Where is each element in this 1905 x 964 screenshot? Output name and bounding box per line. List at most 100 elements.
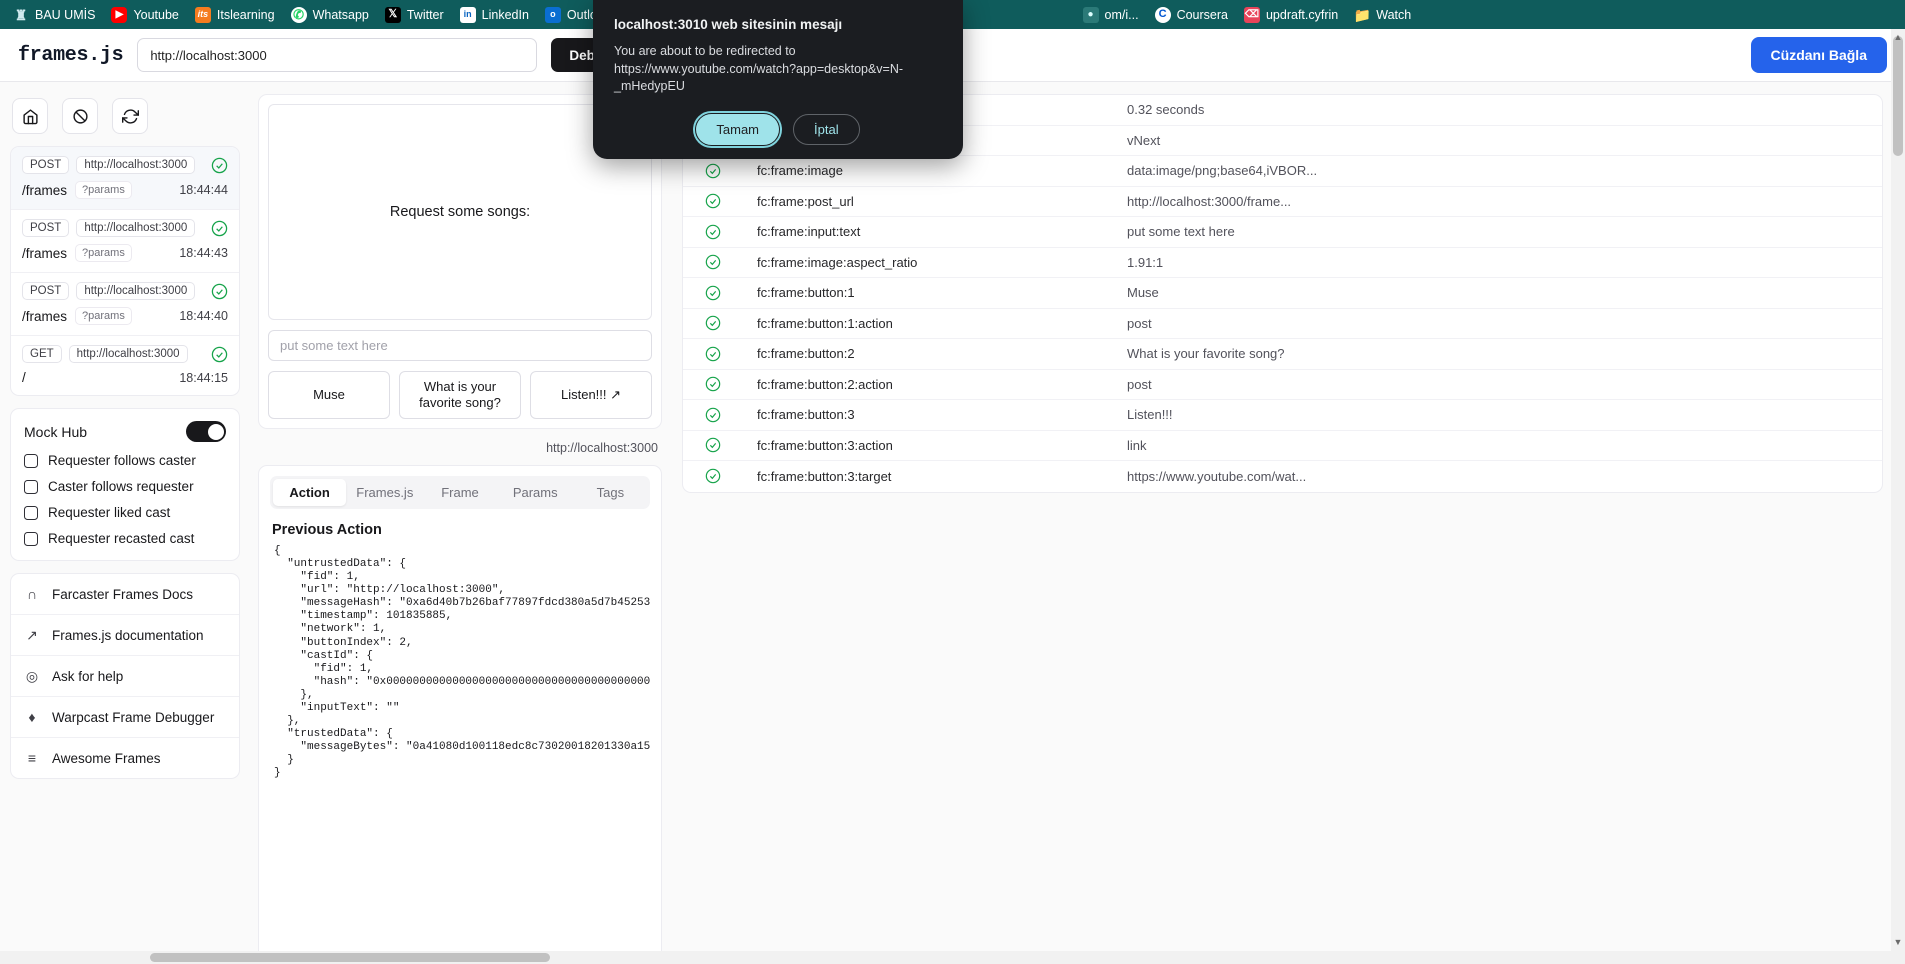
request-host: http://localhost:3000 xyxy=(76,156,196,174)
mock-hub-option[interactable]: Requester liked cast xyxy=(24,505,226,520)
scroll-down-arrow-icon[interactable]: ▼ xyxy=(1892,936,1904,948)
metadata-status-ok-icon xyxy=(697,254,757,270)
frame-buttons: Muse What is your favorite song? Listen!!!… xyxy=(268,371,652,419)
mock-hub-option-label: Requester liked cast xyxy=(48,505,171,520)
request-list-item[interactable]: POST http://localhost:3000/frames ?params 1… xyxy=(11,273,239,336)
mock-hub-option-label: Requester follows caster xyxy=(48,453,196,468)
vertical-scrollbar-thumb[interactable] xyxy=(1893,36,1903,156)
checkbox[interactable] xyxy=(24,505,38,520)
sidebar-link[interactable]: ◎ Ask for help xyxy=(11,656,239,697)
request-list-item[interactable]: POST http://localhost:3000/frames ?params 1… xyxy=(11,210,239,273)
sidebar-link-label: Farcaster Frames Docs xyxy=(52,586,194,602)
request-timestamp: 18:44:44 xyxy=(179,183,228,197)
inspector-tab[interactable]: Tags xyxy=(574,479,647,506)
request-status-ok-icon xyxy=(211,220,228,237)
metadata-row: fc:frame:button:2:action post xyxy=(683,370,1882,400)
sidebar-link-label: Frames.js documentation xyxy=(52,627,204,643)
metadata-value: vNext xyxy=(1127,132,1161,148)
bau-icon: ♜ xyxy=(14,6,28,23)
sidebar-link[interactable]: ∩ Farcaster Frames Docs xyxy=(11,574,239,615)
sidebar-link-label: Warpcast Frame Debugger xyxy=(52,709,215,725)
sidebar-link-label: Ask for help xyxy=(52,668,124,684)
metadata-row: fc:frame:button:1:action post xyxy=(683,309,1882,339)
dialog-cancel-button[interactable]: İptal xyxy=(793,113,860,145)
frame-action-button[interactable]: Listen!!! ↗ xyxy=(530,371,652,419)
redirect-confirm-dialog: localhost:3010 web sitesinin mesajı You … xyxy=(593,0,963,159)
inspector-tab[interactable]: Params xyxy=(499,479,572,506)
metadata-status-ok-icon xyxy=(697,224,757,240)
home-icon[interactable] xyxy=(12,98,48,134)
frame-action-button[interactable]: Muse xyxy=(268,371,390,419)
bookmark-label: Coursera xyxy=(1176,7,1228,22)
metadata-status-ok-icon xyxy=(697,193,757,209)
mock-hub-toggle[interactable] xyxy=(186,421,226,442)
vertical-scrollbar-track[interactable] xyxy=(1891,29,1905,964)
metadata-key: fc:frame:button:1:action xyxy=(757,315,893,331)
request-list: POST http://localhost:3000/frames ?params 1… xyxy=(10,146,240,396)
bookmark-item[interactable]: its Itslearning xyxy=(188,4,282,26)
metadata-status-ok-icon xyxy=(697,285,757,301)
metadata-column: 0.32 secondsfc:framevNextfc:frame:imaged… xyxy=(670,82,1905,964)
bookmark-item[interactable]: ▶ Youtube xyxy=(104,4,185,26)
checkbox[interactable] xyxy=(24,453,38,468)
metadata-key: fc:frame:button:2:action xyxy=(757,376,893,392)
metadata-value: What is your favorite song? xyxy=(1127,346,1285,362)
frame-action-button[interactable]: What is your favorite song? xyxy=(399,371,521,419)
metadata-row: fc:frame:button:3 Listen!!! xyxy=(683,400,1882,431)
mock-hub-option[interactable]: Caster follows requester xyxy=(24,479,226,494)
bookmark-item[interactable]: ● om/i... xyxy=(1076,4,1146,26)
request-list-item[interactable]: GET http://localhost:3000 / 18:44:15 xyxy=(11,336,239,395)
metadata-value: post xyxy=(1127,315,1152,331)
metadata-status-ok-icon xyxy=(697,376,757,392)
bookmark-item[interactable]: 𝕏 Twitter xyxy=(378,4,451,26)
request-method: POST xyxy=(22,219,70,237)
sidebar-link[interactable]: ≡ Awesome Frames xyxy=(11,738,239,778)
app-brand: frames.js xyxy=(18,43,124,67)
bookmark-item[interactable]: ⌫ updraft.cyfrin xyxy=(1237,4,1345,26)
checkbox[interactable] xyxy=(24,531,38,546)
checkbox[interactable] xyxy=(24,479,38,494)
metadata-value: link xyxy=(1127,437,1147,453)
metadata-value: data:image/png;base64,iVBOR... xyxy=(1127,163,1318,179)
request-host: http://localhost:3000 xyxy=(76,219,196,237)
url-input[interactable] xyxy=(137,38,538,72)
request-path-row: /frames ?params 18:44:40 xyxy=(22,307,228,325)
horizontal-scrollbar-thumb[interactable] xyxy=(150,953,550,962)
metadata-key: fc:frame:button:1 xyxy=(757,285,855,301)
bookmark-label: Youtube xyxy=(133,7,179,22)
dialog-message: You are about to be redirected to https:… xyxy=(614,44,904,93)
request-host: http://localhost:3000 xyxy=(68,345,188,363)
frame-host-label: http://localhost:3000 xyxy=(546,441,658,455)
scroll-up-arrow-icon[interactable]: ▲ xyxy=(1892,31,1904,43)
sidebar-toolbar xyxy=(10,94,240,134)
sidebar: POST http://localhost:3000/frames ?params 1… xyxy=(0,82,250,964)
inspector-tab[interactable]: Frame xyxy=(423,479,496,506)
refresh-icon[interactable] xyxy=(112,98,148,134)
connect-wallet-button[interactable]: Cüzdanı Bağla xyxy=(1750,37,1887,73)
block-icon[interactable] xyxy=(62,98,98,134)
request-params-badge[interactable]: ?params xyxy=(75,181,132,199)
bookmark-item[interactable]: ✆ Whatsapp xyxy=(284,4,376,26)
sidebar-link[interactable]: ↗ Frames.js documentation xyxy=(11,615,239,656)
bookmark-item[interactable]: ♜ BAU UMİS xyxy=(6,4,102,26)
frame-text-input[interactable] xyxy=(268,330,652,361)
metadata-row: fc:frame:post_url http://localhost:3000/f… xyxy=(683,187,1882,217)
bookmark-item[interactable]: in LinkedIn xyxy=(453,4,536,26)
request-method: POST xyxy=(22,156,70,174)
request-params-badge[interactable]: ?params xyxy=(75,307,132,325)
sidebar-link[interactable]: ♦ Warpcast Frame Debugger xyxy=(11,697,239,738)
dialog-ok-button[interactable]: Tamam xyxy=(693,110,783,148)
bookmark-item[interactable]: 📁 Watch xyxy=(1347,4,1418,26)
bookmark-label: updraft.cyfrin xyxy=(1265,7,1339,22)
mock-hub-option[interactable]: Requester recasted cast xyxy=(24,531,226,546)
mock-hub-option[interactable]: Requester follows caster xyxy=(24,453,226,468)
metadata-value: post xyxy=(1127,376,1152,392)
request-list-item[interactable]: POST http://localhost:3000/frames ?params 1… xyxy=(11,147,239,210)
inspector-tab[interactable]: Action xyxy=(273,479,347,506)
bookmark-item[interactable]: C Coursera xyxy=(1148,4,1235,26)
inspector-tab[interactable]: Frames.js xyxy=(348,479,421,506)
coursera-icon: C xyxy=(1154,6,1171,23)
request-timestamp: 18:44:15 xyxy=(179,370,228,385)
request-params-badge[interactable]: ?params xyxy=(75,244,132,262)
request-path: / xyxy=(22,370,26,385)
